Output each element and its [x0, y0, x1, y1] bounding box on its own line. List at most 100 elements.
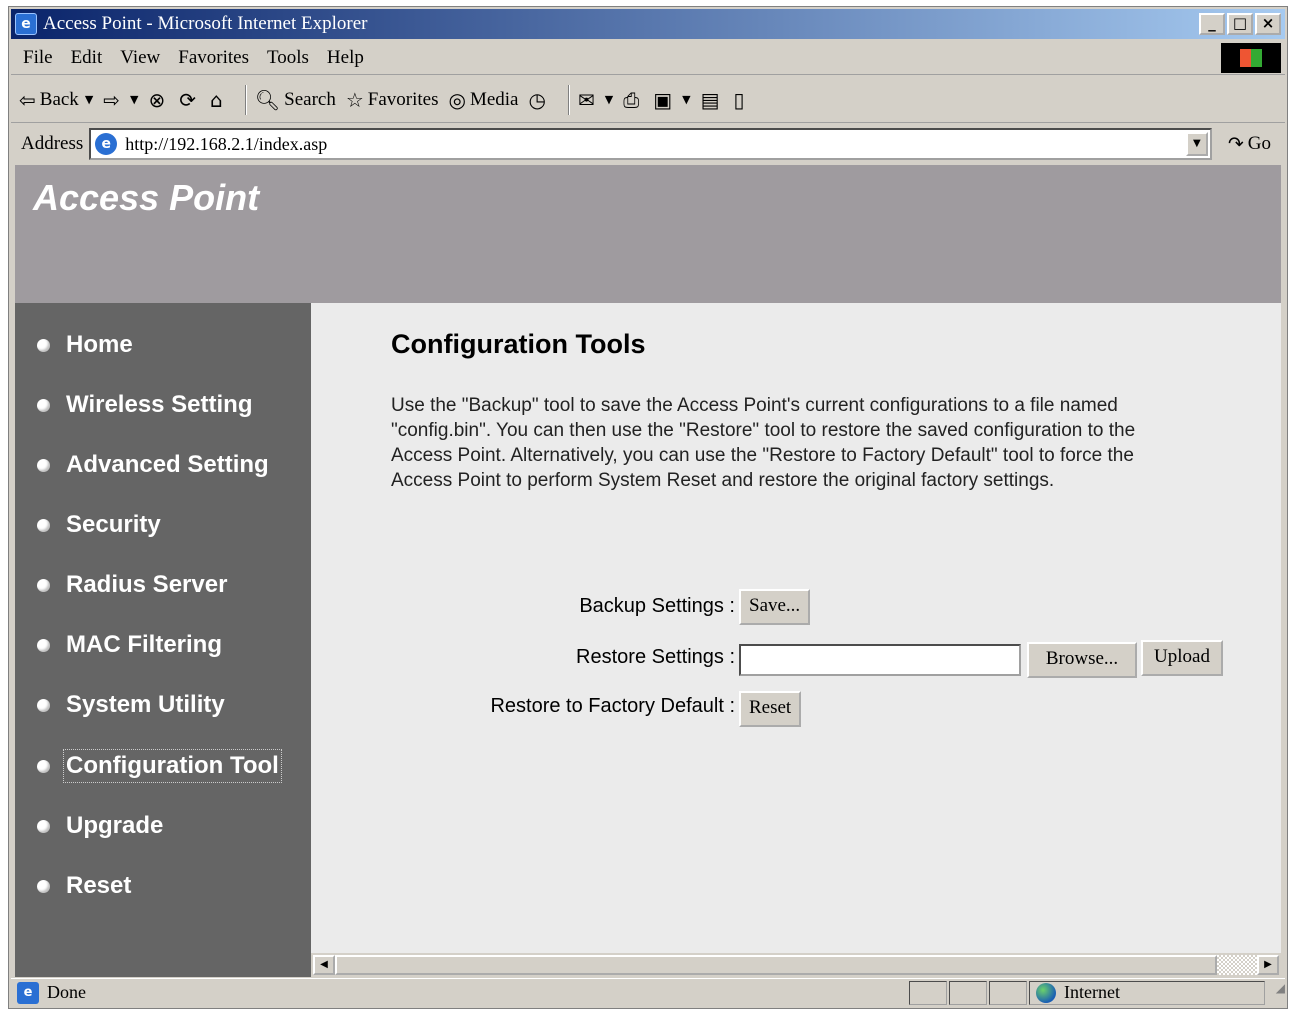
- menu-tools[interactable]: Tools: [267, 47, 309, 69]
- messenger-button[interactable]: ▯: [733, 88, 748, 112]
- sidebar-item-security[interactable]: Security: [37, 511, 161, 539]
- scroll-right-icon[interactable]: ▶: [1257, 955, 1279, 975]
- sidebar-item-home[interactable]: Home: [37, 331, 133, 359]
- menu-favorites[interactable]: Favorites: [178, 47, 249, 69]
- save-button[interactable]: Save...: [739, 589, 811, 625]
- refresh-icon: ⟳: [179, 87, 197, 112]
- toolbar-separator: [567, 84, 570, 115]
- globe-icon: [1036, 982, 1056, 1003]
- discuss-icon: ▤: [700, 87, 720, 112]
- sidebar-item-configuration-tool[interactable]: Configuration Tool: [37, 749, 282, 783]
- history-icon: ◷: [528, 87, 546, 112]
- menu-help[interactable]: Help: [327, 47, 364, 69]
- bullet-icon: [37, 638, 50, 652]
- messenger-icon: ▯: [733, 87, 745, 112]
- sidebar-item-radius-server[interactable]: Radius Server: [37, 571, 227, 599]
- home-button[interactable]: ⌂: [210, 88, 227, 112]
- scroll-track[interactable]: [1217, 955, 1257, 975]
- status-text: Done: [47, 982, 86, 1002]
- bullet-icon: [37, 518, 50, 532]
- menu-file[interactable]: File: [23, 47, 53, 69]
- favorites-button[interactable]: ☆ Favorites: [346, 88, 439, 112]
- resize-grip-icon[interactable]: ◢: [1265, 981, 1285, 1005]
- address-url[interactable]: http://192.168.2.1/index.asp: [125, 134, 327, 155]
- ie-icon: e: [15, 13, 37, 35]
- sidebar-item-reset[interactable]: Reset: [37, 872, 131, 900]
- print-button[interactable]: ⎙: [623, 88, 643, 112]
- address-dropdown-icon[interactable]: ▼: [1185, 132, 1208, 156]
- sidebar-item-label: Security: [66, 511, 161, 538]
- chevron-down-icon[interactable]: ▼: [130, 93, 138, 106]
- history-button[interactable]: ◷: [529, 88, 550, 112]
- page-icon: e: [95, 133, 118, 155]
- sidebar-item-label: Wireless Setting: [66, 391, 253, 418]
- chevron-down-icon[interactable]: ▼: [85, 93, 93, 106]
- go-label: Go: [1247, 133, 1271, 154]
- sidebar-item-wireless-setting[interactable]: Wireless Setting: [37, 391, 253, 419]
- browse-button[interactable]: Browse...: [1027, 642, 1137, 678]
- maximize-button[interactable]: □: [1227, 13, 1253, 35]
- scroll-left-icon[interactable]: ◀: [313, 955, 335, 975]
- search-icon: 🔍︎: [254, 87, 281, 112]
- page-description: Use the "Backup" tool to save the Access…: [391, 395, 1136, 491]
- chevron-down-icon[interactable]: ▼: [682, 93, 690, 106]
- mail-icon: ✉: [577, 87, 595, 112]
- scroll-thumb[interactable]: [335, 955, 1217, 975]
- sidebar-item-label: Upgrade: [66, 812, 164, 839]
- banner-title: Access Point: [33, 177, 260, 218]
- sidebar: Home Wireless Setting Advanced Setting S…: [15, 303, 311, 977]
- browser-window: e Access Point - Microsoft Internet Expl…: [8, 6, 1288, 1009]
- print-icon: ⎙: [623, 87, 640, 112]
- discuss-button[interactable]: ▤: [701, 88, 724, 112]
- back-arrow-icon: ⇦: [19, 87, 36, 112]
- bullet-icon: [37, 338, 50, 352]
- upload-button[interactable]: Upload: [1141, 640, 1223, 676]
- media-button[interactable]: ◎ Media: [449, 88, 519, 112]
- status-cell: [949, 980, 987, 1005]
- media-label: Media: [469, 88, 519, 110]
- back-button[interactable]: ⇦ Back ▼: [19, 88, 93, 112]
- reset-button[interactable]: Reset: [739, 691, 802, 727]
- address-input[interactable]: e http://192.168.2.1/index.asp ▼: [89, 128, 1212, 160]
- refresh-button[interactable]: ⟳: [179, 88, 200, 112]
- stop-button[interactable]: ⊗: [149, 88, 170, 112]
- menu-edit[interactable]: Edit: [71, 47, 103, 69]
- zone-label: Internet: [1064, 982, 1120, 1002]
- restore-file-input[interactable]: [739, 644, 1021, 676]
- go-button[interactable]: ↷ Go: [1228, 133, 1271, 155]
- close-button[interactable]: ×: [1255, 13, 1281, 35]
- windows-logo-icon: [1221, 43, 1281, 73]
- menu-view[interactable]: View: [120, 47, 160, 69]
- media-icon: ◎: [448, 87, 466, 112]
- bullet-icon: [37, 698, 50, 712]
- sidebar-item-system-utility[interactable]: System Utility: [37, 691, 225, 719]
- window-title: Access Point - Microsoft Internet Explor…: [43, 13, 368, 34]
- sidebar-item-upgrade[interactable]: Upgrade: [37, 812, 163, 840]
- go-arrow-icon: ↷: [1227, 133, 1244, 155]
- bullet-icon: [37, 819, 50, 833]
- sidebar-item-label: Home: [66, 331, 133, 358]
- status-cell: [909, 980, 947, 1005]
- sidebar-item-mac-filtering[interactable]: MAC Filtering: [37, 631, 222, 659]
- favorites-icon: ☆: [345, 87, 364, 112]
- sidebar-item-label: MAC Filtering: [66, 631, 222, 658]
- bullet-icon: [37, 458, 50, 472]
- main-panel: Configuration Tools Use the "Backup" too…: [311, 303, 1281, 953]
- forward-button[interactable]: ⇨ ▼: [103, 88, 138, 112]
- horizontal-scrollbar[interactable]: ◀ ▶: [311, 953, 1281, 977]
- sidebar-item-label: Configuration Tool: [63, 749, 282, 783]
- toolbar: ⇦ Back ▼ ⇨ ▼ ⊗ ⟳ ⌂ 🔍︎ Search ☆ Favorites…: [11, 77, 1285, 123]
- sidebar-item-label: Advanced Setting: [66, 451, 269, 478]
- status-bar: e Done Internet ◢: [11, 978, 1285, 1006]
- minimize-button[interactable]: _: [1199, 13, 1225, 35]
- security-zone: Internet: [1029, 980, 1265, 1005]
- sidebar-item-advanced-setting[interactable]: Advanced Setting: [37, 451, 269, 479]
- address-bar: Address e http://192.168.2.1/index.asp ▼…: [11, 125, 1285, 163]
- search-button[interactable]: 🔍︎ Search: [255, 88, 336, 112]
- address-label: Address: [21, 133, 84, 154]
- mail-button[interactable]: ✉ ▼: [578, 88, 613, 112]
- edit-button[interactable]: ▣ ▼: [653, 88, 690, 112]
- page-content: Access Point Home Wireless Setting Advan…: [15, 165, 1281, 977]
- chevron-down-icon[interactable]: ▼: [605, 93, 613, 106]
- page-title: Configuration Tools: [391, 329, 646, 359]
